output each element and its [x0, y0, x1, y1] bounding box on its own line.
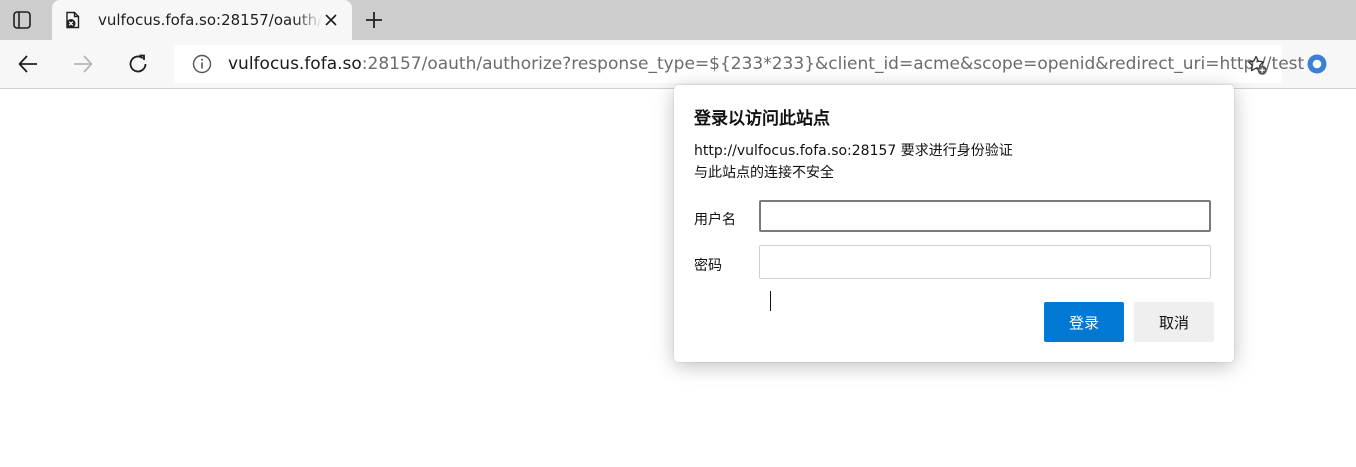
- active-tab[interactable]: vulfocus.fofa.so:28157/oauth/authorize?r…: [52, 0, 352, 40]
- profile-icon[interactable]: [1306, 53, 1328, 75]
- browser-toolbar: vulfocus.fofa.so:28157/oauth/authorize?r…: [0, 40, 1356, 89]
- tab-bar: vulfocus.fofa.so:28157/oauth/authorize?r…: [0, 0, 1356, 40]
- info-icon[interactable]: [192, 54, 212, 74]
- password-input[interactable]: [759, 245, 1211, 279]
- url-path: :28157/oauth/authorize?response_type=${2…: [361, 54, 1305, 74]
- plus-icon[interactable]: [364, 10, 384, 30]
- page-error-icon: [66, 11, 80, 29]
- dialog-origin-text: http://vulfocus.fofa.so:28157 要求进行身份验证: [694, 143, 1013, 159]
- address-bar[interactable]: vulfocus.fofa.so:28157/oauth/authorize?r…: [174, 45, 1304, 83]
- star-add-icon[interactable]: [1246, 54, 1268, 76]
- password-label: 密码: [694, 258, 722, 274]
- refresh-icon[interactable]: [127, 53, 149, 75]
- tab-title: vulfocus.fofa.so:28157/oauth/authorize?r…: [98, 11, 322, 29]
- auth-dialog: 登录以访问此站点 http://vulfocus.fofa.so:28157 要…: [674, 85, 1234, 362]
- login-button[interactable]: 登录: [1044, 302, 1124, 342]
- close-icon[interactable]: [324, 13, 338, 27]
- forward-arrow-icon: [74, 55, 93, 73]
- cancel-button[interactable]: 取消: [1134, 302, 1214, 342]
- tab-actions-icon[interactable]: [12, 10, 32, 30]
- back-arrow-icon[interactable]: [17, 53, 39, 75]
- dialog-insecure-text: 与此站点的连接不安全: [694, 165, 834, 181]
- url-host: vulfocus.fofa.so: [228, 54, 362, 74]
- url-text[interactable]: vulfocus.fofa.so:28157/oauth/authorize?r…: [228, 54, 1304, 74]
- username-label: 用户名: [694, 212, 736, 228]
- username-input[interactable]: [759, 200, 1211, 232]
- dialog-title: 登录以访问此站点: [694, 109, 830, 129]
- text-caret: [770, 291, 771, 311]
